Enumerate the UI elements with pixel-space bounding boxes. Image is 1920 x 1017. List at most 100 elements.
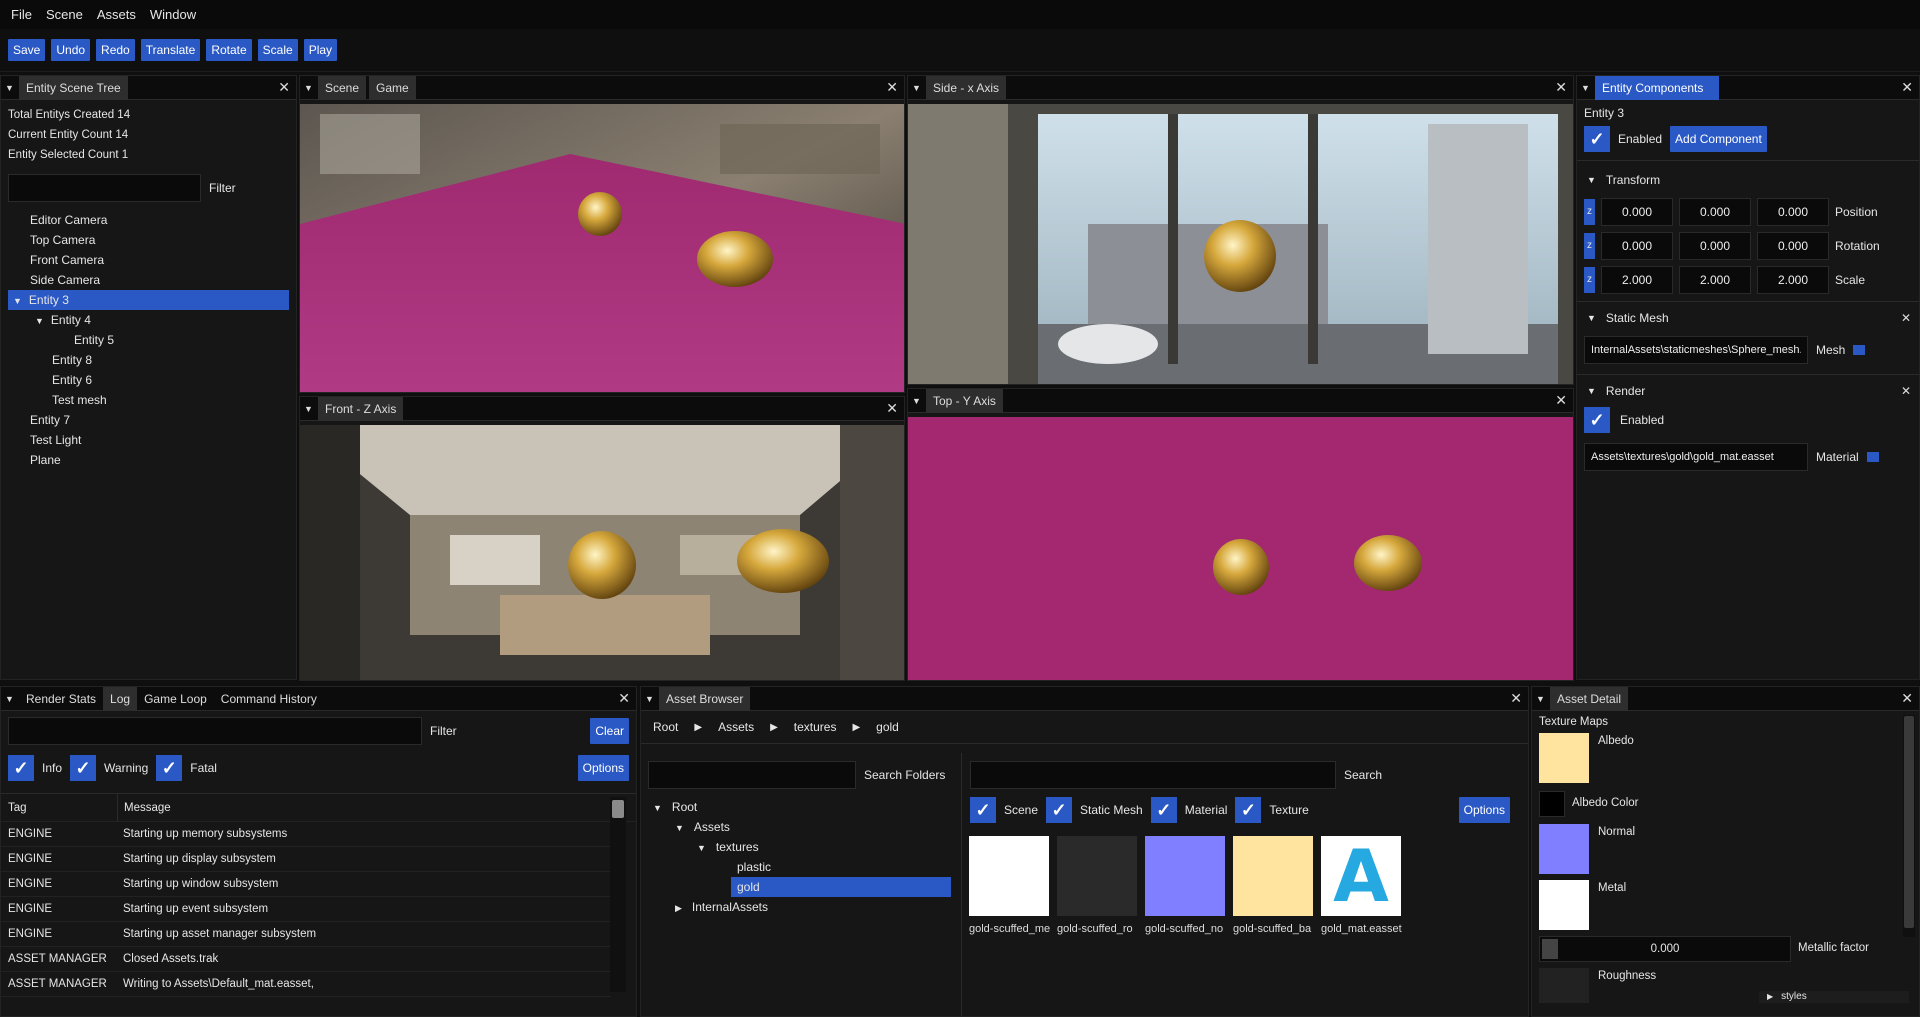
menu-assets[interactable]: Assets — [90, 7, 143, 22]
close-icon[interactable]: ✕ — [618, 691, 630, 705]
scene-render-view[interactable] — [300, 104, 904, 392]
asset-options-button[interactable]: Options — [1458, 797, 1510, 823]
tab-entity-components[interactable]: Entity Components — [1595, 76, 1719, 100]
folder-internal-assets[interactable]: ▶ InternalAssets — [653, 897, 961, 917]
normal-swatch[interactable] — [1539, 824, 1589, 874]
tab-scene[interactable]: Scene — [318, 76, 367, 100]
tag-column-header[interactable]: Tag — [1, 802, 117, 814]
panel-menu-icon[interactable]: ▼ — [1536, 694, 1546, 704]
styles-popup[interactable]: ▶ styles — [1759, 991, 1909, 1003]
clear-button[interactable]: Clear — [590, 718, 629, 744]
tab-asset-detail[interactable]: Asset Detail — [1550, 687, 1629, 711]
roughness-swatch[interactable] — [1539, 968, 1589, 1003]
panel-menu-icon[interactable]: ▼ — [5, 83, 15, 93]
tab-game-loop[interactable]: Game Loop — [137, 687, 214, 711]
top-render-view[interactable] — [908, 417, 1573, 680]
static-mesh-filter-checkbox[interactable]: ✓ — [1046, 797, 1073, 823]
scale-button[interactable]: Scale — [257, 39, 298, 61]
log-row[interactable]: ENGINE Starting up memory subsystems — [1, 822, 611, 847]
transform-header[interactable]: ▼ Transform — [1577, 169, 1919, 191]
tree-item-entity-6[interactable]: Entity 6 — [8, 370, 289, 390]
expand-arrow-icon[interactable]: ▶ — [1767, 992, 1773, 1001]
tree-item-test-mesh[interactable]: Test mesh — [8, 390, 289, 410]
log-row[interactable]: ASSET MANAGER Writing to Assets\Default_m… — [1, 972, 611, 997]
log-row[interactable]: ENGINE Starting up asset manager subsyste… — [1, 922, 611, 947]
texture-filter-checkbox[interactable]: ✓ — [1235, 797, 1262, 823]
tree-item-top-camera[interactable]: Top Camera — [8, 230, 289, 250]
add-component-button[interactable]: Add Component — [1670, 126, 1767, 152]
albedo-color-swatch[interactable] — [1539, 791, 1565, 817]
tab-game[interactable]: Game — [369, 76, 416, 100]
tab-command-history[interactable]: Command History — [214, 687, 324, 711]
detail-scrollbar[interactable] — [1903, 715, 1915, 937]
log-options-button[interactable]: Options — [577, 755, 629, 781]
expand-arrow-icon[interactable]: ▼ — [13, 296, 22, 306]
message-column-header[interactable]: Message — [117, 793, 171, 822]
info-checkbox[interactable]: ✓ — [8, 755, 34, 781]
save-button[interactable]: Save — [8, 39, 46, 61]
render-enabled-checkbox[interactable]: ✓ — [1584, 407, 1610, 433]
close-icon[interactable]: ✕ — [278, 80, 290, 94]
menu-scene[interactable]: Scene — [39, 7, 90, 22]
asset-thumbnail-roughness[interactable] — [1057, 836, 1137, 916]
expand-arrow-icon[interactable]: ▼ — [653, 803, 662, 813]
rotation-y-field[interactable] — [1679, 232, 1751, 260]
tab-top-y-axis[interactable]: Top - Y Axis — [926, 389, 1003, 413]
close-icon[interactable]: ✕ — [1510, 691, 1522, 705]
close-icon[interactable]: ✕ — [1901, 691, 1913, 705]
tab-asset-browser[interactable]: Asset Browser — [659, 687, 751, 711]
tree-item-entity-5[interactable]: Entity 5 — [8, 330, 289, 350]
play-button[interactable]: Play — [303, 39, 338, 61]
undo-button[interactable]: Undo — [51, 39, 91, 61]
mesh-path-field[interactable] — [1584, 336, 1808, 364]
folder-assets[interactable]: ▼ Assets — [653, 817, 961, 837]
tab-render-stats[interactable]: Render Stats — [19, 687, 103, 711]
folder-root[interactable]: ▼ Root — [653, 797, 961, 817]
tree-item-front-camera[interactable]: Front Camera — [8, 250, 289, 270]
remove-component-icon[interactable]: ✕ — [1901, 311, 1911, 325]
scene-tree-filter-input[interactable] — [8, 174, 201, 202]
translate-button[interactable]: Translate — [140, 39, 201, 61]
albedo-swatch[interactable] — [1539, 733, 1589, 783]
panel-menu-icon[interactable]: ▼ — [645, 694, 655, 704]
folder-gold[interactable]: gold — [731, 877, 951, 897]
collapse-arrow-icon[interactable]: ▼ — [1587, 386, 1596, 396]
material-filter-checkbox[interactable]: ✓ — [1150, 797, 1177, 823]
mesh-picker-button[interactable] — [1853, 345, 1866, 355]
breadcrumb-textures[interactable]: textures — [794, 720, 837, 734]
tree-item-entity-3[interactable]: ▼ Entity 3 — [8, 290, 289, 310]
panel-menu-icon[interactable]: ▼ — [5, 694, 15, 704]
expand-arrow-icon[interactable]: ▼ — [675, 823, 684, 833]
panel-menu-icon[interactable]: ▼ — [1581, 83, 1591, 93]
tab-entity-scene-tree[interactable]: Entity Scene Tree — [19, 76, 128, 100]
asset-thumbnail-metallic[interactable] — [969, 836, 1049, 916]
close-icon[interactable]: ✕ — [1901, 80, 1913, 94]
expand-arrow-icon[interactable]: ▶ — [675, 903, 682, 913]
material-picker-button[interactable] — [1866, 452, 1879, 462]
collapse-arrow-icon[interactable]: ▼ — [1587, 175, 1596, 185]
scale-x-field[interactable] — [1601, 266, 1673, 294]
breadcrumb-gold[interactable]: gold — [876, 720, 899, 734]
rotate-button[interactable]: Rotate — [206, 39, 252, 61]
log-row[interactable]: ENGINE Starting up display subsystem — [1, 847, 611, 872]
fatal-checkbox[interactable]: ✓ — [156, 755, 183, 781]
entity-enabled-checkbox[interactable]: ✓ — [1584, 126, 1610, 152]
redo-button[interactable]: Redo — [96, 39, 135, 61]
panel-menu-icon[interactable]: ▼ — [304, 404, 314, 414]
warning-checkbox[interactable]: ✓ — [70, 755, 97, 781]
asset-thumbnail-normal[interactable] — [1145, 836, 1225, 916]
static-mesh-header[interactable]: ▼ Static Mesh ✕ — [1577, 306, 1919, 330]
tree-item-side-camera[interactable]: Side Camera — [8, 270, 289, 290]
close-icon[interactable]: ✕ — [1555, 80, 1567, 94]
position-y-field[interactable] — [1679, 198, 1751, 226]
asset-search-input[interactable] — [970, 761, 1336, 789]
close-icon[interactable]: ✕ — [886, 401, 898, 415]
close-icon[interactable]: ✕ — [1555, 393, 1567, 407]
breadcrumb-root[interactable]: Root — [653, 720, 678, 734]
tree-item-entity-7[interactable]: Entity 7 — [8, 410, 289, 430]
slider-handle[interactable] — [1542, 939, 1558, 959]
folder-plastic[interactable]: plastic — [653, 857, 961, 877]
material-path-field[interactable] — [1584, 443, 1808, 471]
tree-item-entity-4[interactable]: ▼ Entity 4 — [8, 310, 289, 330]
position-z-field[interactable] — [1757, 198, 1829, 226]
